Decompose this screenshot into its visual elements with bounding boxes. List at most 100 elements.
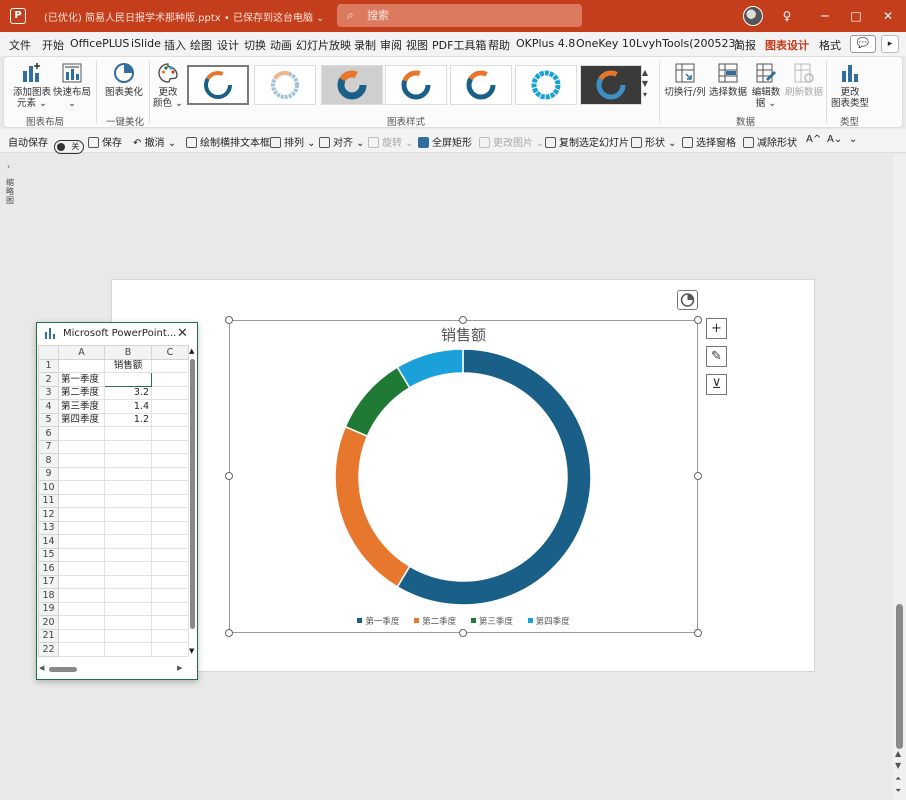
cell[interactable] [151,547,189,562]
cell[interactable] [151,574,189,589]
resize-handle-top-right[interactable] [694,316,702,324]
row-header[interactable]: 16 [38,561,59,576]
column-header[interactable]: B [104,345,152,360]
cell[interactable]: 第三季度 [58,399,105,414]
autosave-switch[interactable]: 关 [54,140,85,154]
rotate-button[interactable]: 旋转 ⌄ [368,134,414,149]
document-title[interactable]: (已优化) 简易人民日报学术那种版.pptx • 已保存到这台电脑 ⌄ [44,9,325,24]
switch-row-column-button[interactable]: 切换行/列 [663,61,707,98]
chart-beautify-button[interactable]: 图表美化 [102,61,146,98]
chart-style-3[interactable] [321,65,383,105]
row-header[interactable]: 21 [38,628,59,643]
increase-font-button[interactable]: A^ [806,134,821,145]
tab-format[interactable]: 格式 [819,37,841,53]
tab-onekey[interactable]: OneKey 10 [576,37,636,50]
user-avatar[interactable] [743,6,763,26]
tab-file[interactable]: 文件 [9,37,31,53]
donut-slice-1[interactable] [396,348,592,606]
cell[interactable] [151,466,189,481]
tab-briefing[interactable]: 简报 [734,37,756,53]
scroll-up-icon[interactable]: ▲ [895,749,901,758]
chart-elements-button[interactable]: + [706,318,727,339]
chart-style-5[interactable] [450,65,512,105]
chart-styles-brush-button[interactable]: ✎ [706,346,727,367]
select-data-button[interactable]: 选择数据 [707,61,749,98]
row-header[interactable]: 13 [38,520,59,535]
scroll-up-icon[interactable]: ▲ [189,347,194,355]
row-header[interactable]: 11 [38,493,59,508]
row-header[interactable]: 18 [38,588,59,603]
cell[interactable] [104,628,152,643]
spreadsheet-horizontal-scrollbar[interactable]: ◀ ▶ [39,663,185,675]
undo-button[interactable]: ↶ 撤消 ⌄ [133,134,176,149]
tab-islide[interactable]: iSlide [131,37,161,50]
donut-slice-4[interactable] [396,348,464,389]
cell[interactable] [151,385,189,400]
cell[interactable] [58,358,105,373]
change-chart-type-button[interactable]: 更改 图表类型 [830,61,870,109]
cell[interactable] [151,493,189,508]
spreadsheet-vertical-scrollbar[interactable]: ▲ ▼ [188,347,197,659]
cell[interactable] [58,493,105,508]
lightbulb-icon[interactable]: ♀ [777,6,797,26]
cell[interactable] [104,426,152,441]
tab-chart-design[interactable]: 图表设计 [765,37,809,58]
cell[interactable] [104,507,152,522]
cell[interactable] [151,601,189,616]
row-header[interactable]: 10 [38,480,59,495]
row-header[interactable]: 6 [38,426,59,441]
search-box[interactable]: ⌕ 搜索 [337,4,582,27]
select-all-corner[interactable] [38,345,59,360]
cell[interactable]: 第二季度 [58,385,105,400]
row-header[interactable]: 5 [38,412,59,427]
cell[interactable] [151,426,189,441]
cell[interactable] [58,507,105,522]
tab-draw[interactable]: 绘图 [190,37,212,53]
cell[interactable] [58,520,105,535]
cell[interactable] [104,466,152,481]
column-header[interactable]: A [58,345,105,360]
scroll-down-icon[interactable]: ▼ [895,761,901,770]
cell[interactable] [58,561,105,576]
align-button[interactable]: 对齐 ⌄ [319,134,365,149]
scrollbar-thumb[interactable] [49,667,77,672]
scrollbar-thumb[interactable] [190,359,195,629]
cell[interactable] [151,588,189,603]
scrollbar-thumb[interactable] [896,604,903,749]
cell[interactable] [151,615,189,630]
decrease-font-button[interactable]: A⌄ [827,134,842,145]
cell[interactable] [58,588,105,603]
cell[interactable] [58,480,105,495]
cell[interactable] [151,412,189,427]
cell[interactable] [151,507,189,522]
cell[interactable] [151,561,189,576]
edit-data-button[interactable]: 编辑数 据 ⌄ [749,61,783,109]
cell[interactable] [151,358,189,373]
row-header[interactable]: 15 [38,547,59,562]
cell[interactable] [104,493,152,508]
cell[interactable] [151,372,189,387]
fullscreen-rect-button[interactable]: 全屏矩形 [418,134,472,149]
resize-handle-top[interactable] [459,316,467,324]
autosave-toggle[interactable]: 自动保存 关 [8,134,85,154]
cell[interactable] [151,480,189,495]
add-chart-element-button[interactable]: 添加图表 元素 ⌄ [12,61,52,109]
row-header[interactable]: 12 [38,507,59,522]
resize-handle-top-left[interactable] [225,316,233,324]
shapes-button[interactable]: 形状 ⌄ [631,134,677,149]
cell[interactable] [104,574,152,589]
cell[interactable] [58,628,105,643]
duplicate-slide-button[interactable]: 复制选定幻灯片 [545,134,629,149]
change-colors-button[interactable]: 更改 颜色 ⌄ [152,61,184,109]
spreadsheet-close-button[interactable]: ✕ [177,326,188,341]
tab-slideshow[interactable]: 幻灯片放映 [296,37,351,53]
cell[interactable] [104,372,152,387]
cell[interactable] [151,642,189,657]
refresh-data-button[interactable]: 刷新数据 [783,61,825,98]
cell[interactable] [151,520,189,535]
cell[interactable] [151,453,189,468]
cell[interactable] [104,480,152,495]
thumbnail-pane[interactable]: › 缩略图 [0,154,22,800]
spreadsheet-grid[interactable]: A B C 1 销售额 2 第一季度 3 第二季度 3.2 4 第三季度 1.4 5 第四季度 1.2 6 7 8 9… [38,345,189,657]
cell[interactable] [58,547,105,562]
